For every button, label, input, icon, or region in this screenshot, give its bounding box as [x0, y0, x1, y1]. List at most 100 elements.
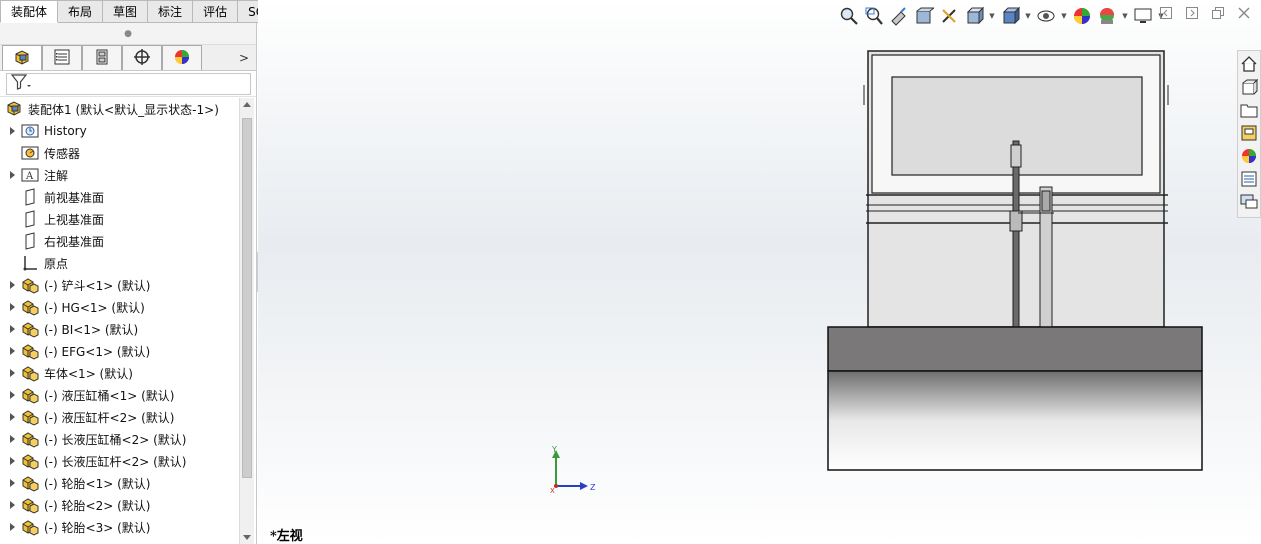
expand-arrow-icon[interactable]: [4, 406, 20, 428]
expand-arrow-icon[interactable]: [4, 296, 20, 318]
solidworks-forum-icon[interactable]: [1238, 191, 1260, 213]
featuremanager-tab[interactable]: [2, 45, 42, 70]
apply-scene-caret-icon[interactable]: ▼: [1121, 12, 1129, 20]
hide-show-caret-icon[interactable]: ▼: [1060, 12, 1068, 20]
edit-appearance-icon[interactable]: [1071, 5, 1093, 27]
tile-left-icon[interactable]: [1159, 6, 1173, 20]
custom-properties-icon[interactable]: [1238, 168, 1260, 190]
tile-right-icon[interactable]: [1185, 6, 1199, 20]
expand-arrow-icon[interactable]: [4, 516, 20, 538]
tree-scrollbar[interactable]: [239, 98, 254, 544]
tree-item[interactable]: 前视基准面: [0, 186, 240, 208]
dynamic-annotation-icon[interactable]: [938, 5, 960, 27]
tree-item-label: 注解: [44, 168, 69, 183]
view-orientation-caret-icon[interactable]: ▼: [988, 12, 996, 20]
feature-manager-panel: ● > 装配体1 (默认<默认_显示状态-1>) History 传感器 A 注解前视基…: [0, 23, 257, 544]
filter-row: [0, 71, 256, 97]
tree-item-label: 上视基准面: [44, 212, 105, 227]
tree-item[interactable]: 上视基准面: [0, 208, 240, 230]
tree-item[interactable]: (-) 轮胎<3> (默认): [0, 516, 240, 538]
view-orientation-label: *左视: [270, 529, 303, 544]
view-palette-icon[interactable]: [1238, 122, 1260, 144]
tab-3[interactable]: 标注: [148, 0, 194, 23]
propertymanager-tab[interactable]: [42, 45, 82, 70]
expand-arrow-icon[interactable]: [4, 472, 20, 494]
tab-0[interactable]: 装配体: [0, 0, 59, 23]
tab-4[interactable]: 评估: [193, 0, 239, 23]
expand-arrow-icon[interactable]: [4, 384, 20, 406]
tree-item[interactable]: (-) 轮胎<1> (默认): [0, 472, 240, 494]
display-style-caret-icon[interactable]: ▼: [1024, 12, 1032, 20]
part-icon: [20, 496, 40, 514]
tree-root-label: 装配体1 (默认<默认_显示状态-1>): [28, 102, 219, 117]
part-icon: [20, 518, 40, 536]
tree-item[interactable]: (-) 轮胎<2> (默认): [0, 494, 240, 516]
hide-show-items-icon[interactable]: [1035, 5, 1057, 27]
display-style-icon[interactable]: [999, 5, 1021, 27]
tree-item[interactable]: (-) 铲斗<1> (默认): [0, 274, 240, 296]
tree-item[interactable]: History: [0, 120, 240, 142]
tree-item[interactable]: 原点: [0, 252, 240, 274]
zoom-to-area-icon[interactable]: [863, 5, 885, 27]
expand-arrow-icon[interactable]: [4, 340, 20, 362]
restore-window-icon[interactable]: [1211, 6, 1225, 20]
tree-item-label: (-) 长液压缸桶<2> (默认): [44, 432, 187, 447]
dimxpert-tab[interactable]: [122, 45, 162, 70]
appearances-scenes-icon[interactable]: [1238, 145, 1260, 167]
more-tabs-button[interactable]: >: [232, 45, 256, 70]
home-icon[interactable]: [1238, 53, 1260, 75]
tree-item[interactable]: (-) EFG<1> (默认): [0, 340, 240, 362]
tree-item-label: (-) HG<1> (默认): [44, 300, 145, 315]
expand-arrow-icon[interactable]: [4, 362, 20, 384]
scroll-down-arrow-icon[interactable]: [243, 535, 251, 540]
expand-arrow-icon[interactable]: [4, 274, 20, 296]
section-view-icon[interactable]: [913, 5, 935, 27]
file-explorer-icon[interactable]: [1238, 99, 1260, 121]
tree-item[interactable]: (-) BI<1> (默认): [0, 318, 240, 340]
triad-x-label: X: [550, 487, 555, 495]
expand-arrow-icon[interactable]: [4, 120, 20, 142]
scroll-thumb[interactable]: [242, 118, 252, 478]
previous-view-icon[interactable]: [888, 5, 910, 27]
tree-item[interactable]: 车体<1> (默认): [0, 362, 240, 384]
design-library-icon[interactable]: [1238, 76, 1260, 98]
part-icon: [20, 452, 40, 470]
tree-item-label: 车体<1> (默认): [44, 366, 133, 381]
tree-item-label: History: [44, 124, 87, 138]
tree-item[interactable]: A 注解: [0, 164, 240, 186]
expand-arrow-icon[interactable]: [4, 450, 20, 472]
appearance-tab[interactable]: [162, 45, 202, 70]
tab-1[interactable]: 布局: [58, 0, 104, 23]
tree-filter-input[interactable]: [6, 72, 251, 95]
task-pane-tabs: [1237, 50, 1261, 218]
tree-root-assembly[interactable]: 装配体1 (默认<默认_显示状态-1>): [0, 98, 240, 120]
expand-arrow-icon[interactable]: [4, 318, 20, 340]
view-settings-icon[interactable]: [1132, 5, 1154, 27]
zoom-to-fit-icon[interactable]: [838, 5, 860, 27]
tree-item[interactable]: (-) 长液压缸桶<2> (默认): [0, 428, 240, 450]
assembly-icon: [12, 48, 32, 69]
tree-item[interactable]: 传感器: [0, 142, 240, 164]
tab-2[interactable]: 草图: [103, 0, 149, 23]
tree-item[interactable]: 右视基准面: [0, 230, 240, 252]
expand-arrow-icon[interactable]: [4, 494, 20, 516]
panel-grip[interactable]: ●: [0, 23, 256, 45]
filter-icon[interactable]: [10, 73, 32, 94]
apply-scene-icon[interactable]: [1096, 5, 1118, 27]
configurationmanager-tab[interactable]: [82, 45, 122, 70]
triad-z-label: Z: [590, 483, 596, 492]
graphics-area[interactable]: ▼ ▼ ▼ ▼ ▼ Y Z X: [258, 0, 1261, 544]
tree-item[interactable]: (-) HG<1> (默认): [0, 296, 240, 318]
view-orientation-icon[interactable]: [963, 5, 985, 27]
tree-item-label: (-) 液压缸杆<2> (默认): [44, 410, 175, 425]
tree-item[interactable]: (-) 液压缸桶<1> (默认): [0, 384, 240, 406]
plane-icon: [20, 210, 40, 228]
expand-arrow-icon[interactable]: [4, 164, 20, 186]
expand-arrow-icon[interactable]: [4, 428, 20, 450]
tree-item[interactable]: (-) 液压缸杆<2> (默认): [0, 406, 240, 428]
close-window-icon[interactable]: [1237, 6, 1251, 20]
tree-item[interactable]: (-) 长液压缸杆<2> (默认): [0, 450, 240, 472]
scroll-up-arrow-icon[interactable]: [243, 102, 251, 107]
svg-text:A: A: [25, 171, 34, 182]
